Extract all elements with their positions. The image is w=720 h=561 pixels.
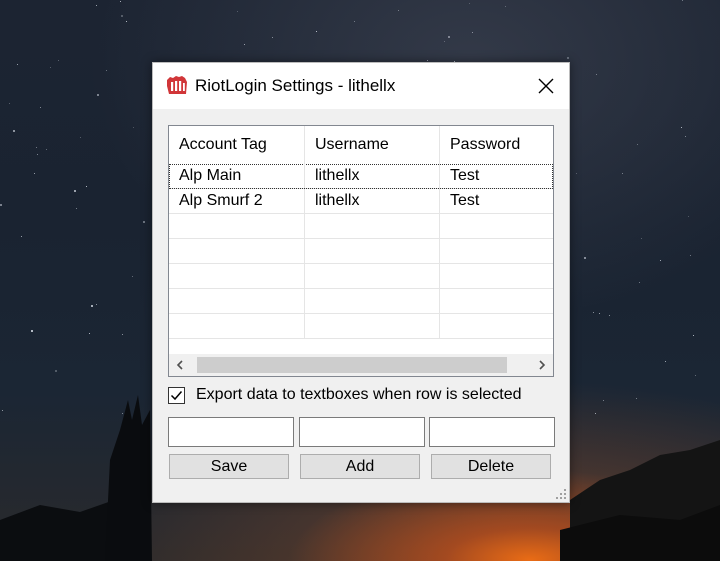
- empty-table-row: [169, 289, 553, 314]
- column-header-account-tag[interactable]: Account Tag: [169, 126, 305, 164]
- close-icon: [538, 78, 554, 94]
- empty-cell: [305, 289, 440, 313]
- empty-table-row: [169, 314, 553, 339]
- empty-table-row: [169, 214, 553, 239]
- cell-password[interactable]: Test: [440, 164, 553, 188]
- empty-cell: [305, 264, 440, 288]
- scrollbar-thumb[interactable]: [197, 357, 507, 373]
- save-button[interactable]: Save: [169, 454, 289, 479]
- cell-password[interactable]: Test: [440, 189, 553, 213]
- grid-header: Account Tag Username Password: [169, 126, 553, 164]
- empty-cell: [440, 314, 553, 338]
- empty-cell: [169, 264, 305, 288]
- cell-account-tag[interactable]: Alp Smurf 2: [169, 189, 305, 213]
- table-row[interactable]: Alp Main lithellx Test: [169, 164, 553, 189]
- empty-cell: [440, 289, 553, 313]
- empty-cell: [169, 289, 305, 313]
- close-button[interactable]: [523, 63, 569, 109]
- username-input[interactable]: [299, 417, 425, 447]
- empty-cell: [305, 239, 440, 263]
- empty-cell: [169, 239, 305, 263]
- checkmark-icon: [170, 391, 183, 401]
- add-button[interactable]: Add: [300, 454, 420, 479]
- account-tag-input[interactable]: [168, 417, 294, 447]
- empty-table-row: [169, 264, 553, 289]
- password-input[interactable]: [429, 417, 555, 447]
- window-title: RiotLogin Settings - lithellx: [195, 76, 396, 95]
- scroll-right-button[interactable]: [531, 354, 553, 376]
- cell-username[interactable]: lithellx: [305, 189, 440, 213]
- export-checkbox-label: Export data to textboxes when row is sel…: [196, 386, 522, 403]
- title-bar[interactable]: RiotLogin Settings - lithellx: [153, 63, 569, 109]
- chevron-right-icon: [539, 360, 546, 370]
- empty-cell: [440, 264, 553, 288]
- empty-cell: [440, 239, 553, 263]
- empty-table-row: [169, 239, 553, 264]
- horizontal-scrollbar[interactable]: [169, 354, 553, 376]
- cell-username[interactable]: lithellx: [305, 164, 440, 188]
- empty-cell: [305, 314, 440, 338]
- cell-account-tag[interactable]: Alp Main: [169, 164, 305, 188]
- delete-button[interactable]: Delete: [431, 454, 551, 479]
- empty-cell: [169, 214, 305, 238]
- empty-cell: [305, 214, 440, 238]
- empty-cell: [169, 314, 305, 338]
- column-header-password[interactable]: Password: [440, 126, 553, 164]
- export-checkbox[interactable]: [168, 387, 185, 404]
- resize-grip-icon[interactable]: [555, 488, 567, 500]
- table-row[interactable]: Alp Smurf 2 lithellx Test: [169, 189, 553, 214]
- empty-cell: [440, 214, 553, 238]
- chevron-left-icon: [176, 360, 183, 370]
- column-header-username[interactable]: Username: [305, 126, 440, 164]
- riot-fist-icon: [167, 76, 187, 94]
- settings-window: RiotLogin Settings - lithellx Account Ta…: [152, 62, 570, 503]
- scroll-left-button[interactable]: [169, 354, 191, 376]
- accounts-grid[interactable]: Account Tag Username Password Alp Main l…: [168, 125, 554, 377]
